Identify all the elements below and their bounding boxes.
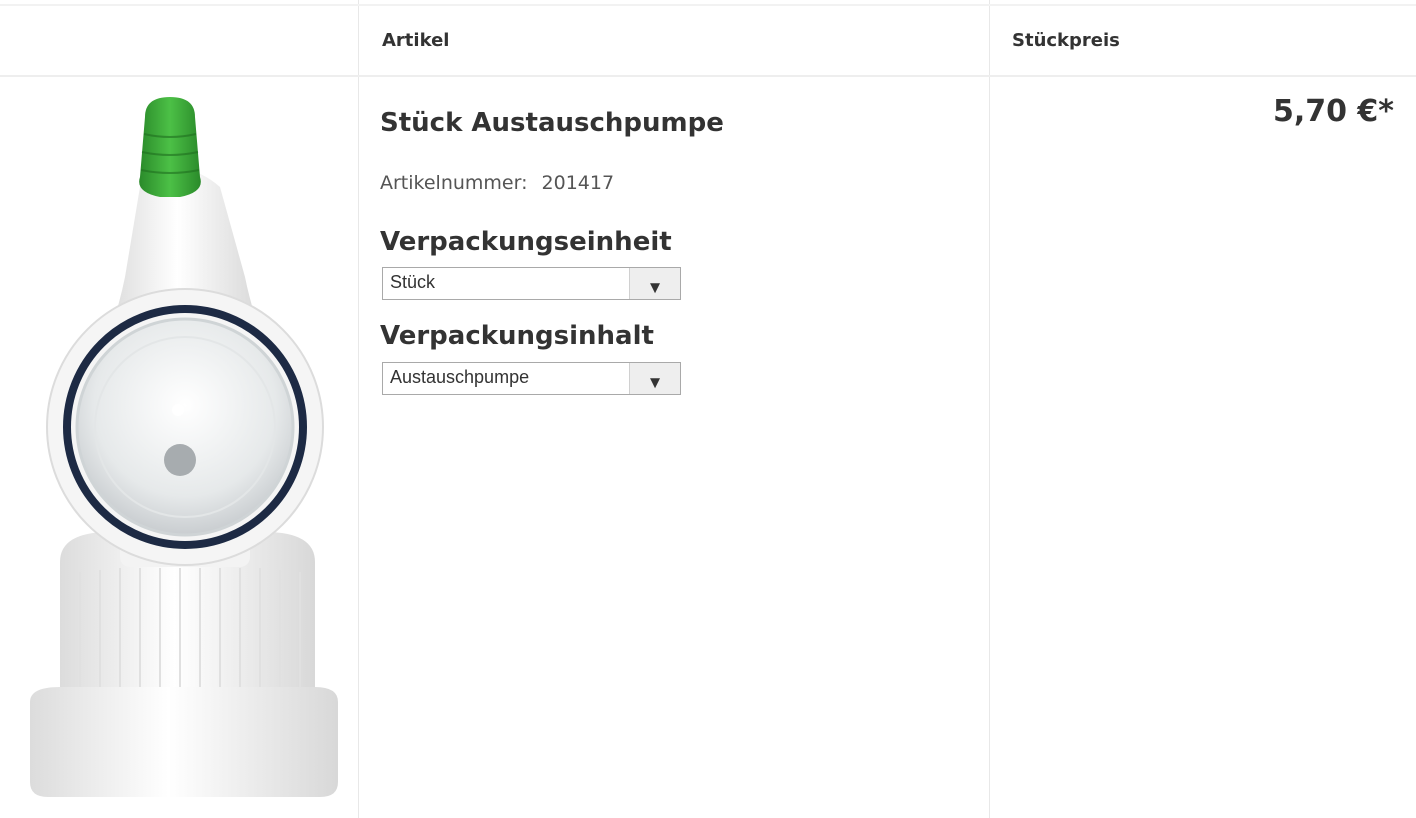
packaging-unit-selected-value: Stück [390,272,436,292]
chevron-down-icon[interactable]: ▼ [629,268,680,299]
unit-price: 5,70 €* [1272,94,1394,129]
article-number-label: Artikelnummer: [380,172,528,194]
column-divider-right [989,0,990,818]
packaging-content-heading: Verpackungsinhalt [380,321,654,351]
article-number-value: 201417 [541,172,615,194]
packaging-unit-heading: Verpackungseinheit [380,227,672,257]
replacement-pump-icon [30,97,338,797]
packaging-content-selected-value: Austauschpumpe [390,367,530,387]
product-name[interactable]: Stück Austauschpumpe [380,108,724,138]
product-image[interactable] [20,92,350,802]
header-article: Artikel [382,30,450,51]
header-unit-price: Stückpreis [1012,30,1120,51]
header-top-border [0,4,1416,6]
article-number-row: Artikelnummer: 201417 [380,172,614,194]
column-divider-left [358,0,359,818]
packaging-unit-select[interactable]: Stück ▼ [382,267,681,300]
packaging-content-select[interactable]: Austauschpumpe ▼ [382,362,681,395]
chevron-down-icon[interactable]: ▼ [629,363,680,394]
header-bottom-border [0,75,1416,77]
